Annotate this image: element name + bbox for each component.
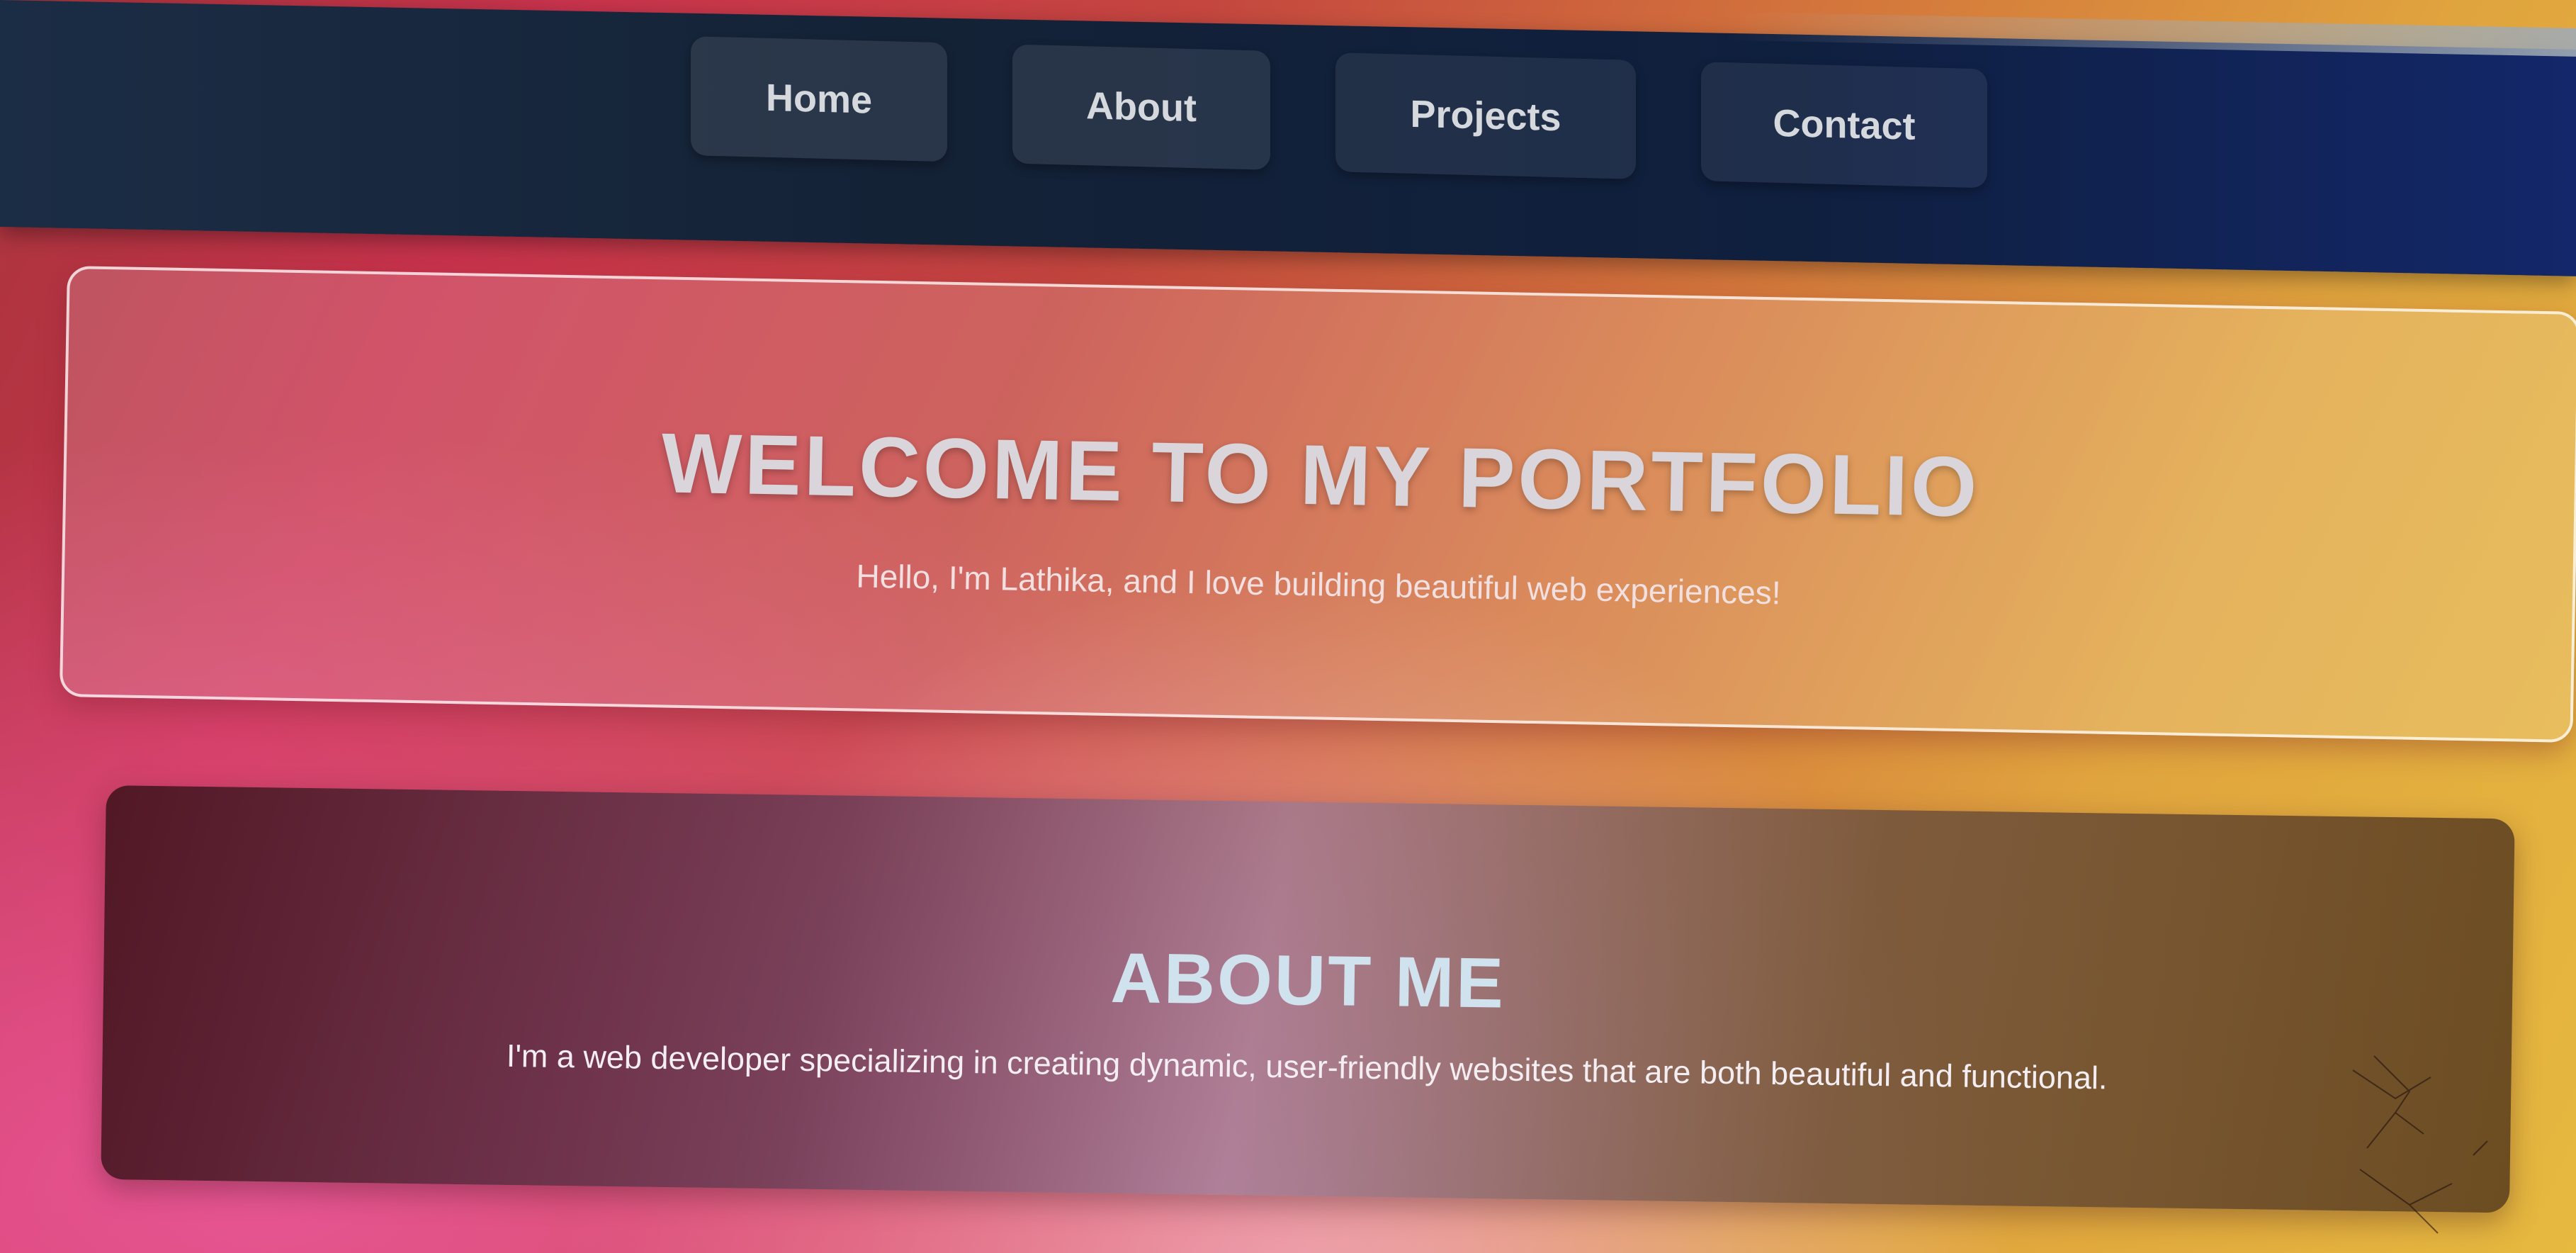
nav-contact-button[interactable]: Contact (1701, 62, 1987, 189)
hero-card: WELCOME TO MY PORTFOLIO Hello, I'm Lathi… (59, 266, 2576, 743)
navbar: Home About Projects Contact (0, 0, 2576, 276)
nav-home-button[interactable]: Home (691, 36, 947, 162)
page: Home About Projects Contact WELCOME TO M… (0, 0, 2576, 1253)
about-text: I'm a web developer specializing in crea… (506, 1037, 2108, 1096)
nav-links: Home About Projects Contact (691, 36, 1987, 189)
nav-strip (1726, 11, 2576, 57)
hero-subtitle: Hello, I'm Lathika, and I love building … (856, 557, 1782, 612)
about-title: ABOUT ME (1109, 938, 1506, 1023)
nav-projects-button[interactable]: Projects (1335, 52, 1636, 179)
about-card: ABOUT ME I'm a web developer specializin… (101, 785, 2515, 1213)
nav-about-button[interactable]: About (1012, 44, 1270, 170)
screen-scratch-decoration (2352, 1055, 2488, 1234)
hero-title: WELCOME TO MY PORTFOLIO (660, 415, 1981, 535)
